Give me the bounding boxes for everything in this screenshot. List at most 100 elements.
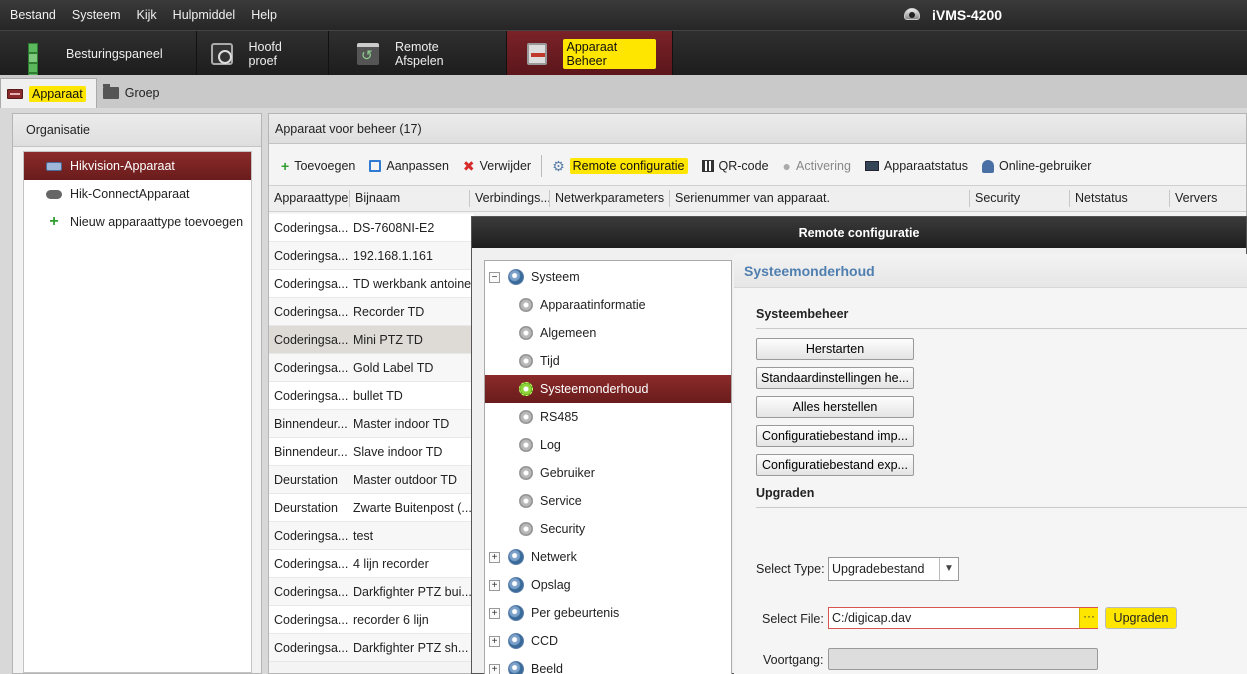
tab-apparaat-beheer[interactable]: Apparaat Beheer [507,31,673,76]
col-verbindings[interactable]: Verbindings... [469,190,549,207]
org-item-label: Nieuw apparaattype toevoegen [70,215,244,229]
table-row[interactable]: Coderingsa... Darkfighter PTZ sh... [269,634,474,662]
select-type-dropdown[interactable]: Upgradebestand ▼ [828,557,959,581]
select-type-value: Upgradebestand [832,562,925,576]
tree-node-systeemonderhoud[interactable]: Systeemonderhoud [485,375,731,403]
col-serienummer[interactable]: Serienummer van apparaat. [669,190,969,207]
dialog-title[interactable]: Remote configuratie [472,217,1246,248]
table-row[interactable]: Coderingsa... 192.168.1.161 [269,242,474,270]
export-config-button[interactable]: Configuratiebestand exp... [756,454,914,476]
table-row[interactable]: Coderingsa... Darkfighter PTZ bui... [269,578,474,606]
table-row[interactable]: Deurstation Master outdoor TD [269,466,474,494]
org-item-hik-connect[interactable]: Hik-ConnectApparaat [24,180,251,208]
tree-node-service[interactable]: Service [485,487,731,515]
table-row[interactable]: Coderingsa... Gold Label TD [269,354,474,382]
gear-icon [508,633,524,649]
device-panel-title: Apparaat voor beheer (17) [269,114,1246,144]
qr-code-button[interactable]: QR-code [701,159,769,173]
delete-icon: ✖ [462,157,475,174]
menu-hulpmiddel[interactable]: Hulpmiddel [165,8,244,22]
plus-icon: + [49,213,59,230]
tree-node-gebruiker[interactable]: Gebruiker [485,459,731,487]
subtab-apparaat[interactable]: Apparaat [0,78,97,108]
tree-node-label: Log [540,438,561,452]
device-status-button[interactable]: Apparaatstatus [864,159,968,173]
browse-button[interactable]: ··· [1079,608,1098,628]
table-row[interactable]: Binnendeur... Slave indoor TD [269,438,474,466]
device-toolbar: + Toevoegen Aanpassen ✖ Verwijder ⚙ Remote … [269,151,1246,181]
menu-kijk[interactable]: Kijk [129,8,165,22]
toolbar-divider [541,155,543,177]
chevron-down-icon[interactable]: ▼ [939,558,958,580]
online-user-button[interactable]: Online-gebruiker [982,159,1091,173]
col-ververs[interactable]: Ververs [1169,190,1244,207]
tab-hoofd-proef[interactable]: Hoofd proef [197,31,329,76]
tree-node-opslag[interactable]: + Opslag [485,571,731,599]
expand-icon[interactable]: + [489,579,500,591]
table-row[interactable]: Deurstation Zwarte Buitenpost (... [269,494,474,522]
expand-icon[interactable]: + [489,607,500,619]
cell-bijnaam: recorder 6 lijn [353,612,429,627]
col-netstatus[interactable]: Netstatus [1069,190,1169,207]
restore-all-button[interactable]: Alles herstellen [756,396,914,418]
restart-button[interactable]: Herstarten [756,338,914,360]
table-row[interactable]: Coderingsa... 4 lijn recorder [269,550,474,578]
tree-node-apparaatinformatie[interactable]: Apparaatinformatie [485,291,731,319]
table-row[interactable]: Binnendeur... Master indoor TD [269,410,474,438]
table-row[interactable]: Coderingsa... recorder 6 lijn [269,606,474,634]
select-file-input[interactable]: C:/digicap.dav [828,607,1098,629]
tree-node-log[interactable]: Log [485,431,731,459]
table-row[interactable]: Coderingsa... DS-7608NI-E2 [269,214,474,242]
tree-node-security[interactable]: Security [485,515,731,543]
tree-node-systeem[interactable]: − Systeem [485,263,731,291]
activation-button[interactable]: ● Activering [783,158,851,174]
import-config-button[interactable]: Configuratiebestand imp... [756,425,914,447]
add-button[interactable]: + Toevoegen [281,158,355,174]
gear-icon [519,298,533,312]
tab-label: Hoofd proef [248,39,282,68]
delete-button[interactable]: ✖ Verwijder [463,158,531,175]
cloud-device-icon [46,189,62,199]
expand-icon[interactable]: + [489,663,500,674]
org-item-add-type[interactable]: + Nieuw apparaattype toevoegen [24,208,251,236]
tree-node-rs485[interactable]: RS485 [485,403,731,431]
table-row[interactable]: Coderingsa... TD werkbank antoine [269,270,474,298]
upgrade-button[interactable]: Upgraden [1105,607,1177,629]
subtab-groep[interactable]: Groep [97,78,170,108]
edit-button[interactable]: Aanpassen [369,159,449,173]
subtab-label: Apparaat [29,85,86,102]
cell-bijnaam: test [353,528,374,543]
tree-node-label: Algemeen [540,326,597,340]
cell-bijnaam: 192.168.1.161 [353,248,433,263]
org-item-hikvision[interactable]: Hikvision-Apparaat [24,152,251,180]
tab-remote-afspelen[interactable]: Remote Afspelen [329,31,507,76]
table-row[interactable]: Coderingsa... bullet TD [269,382,474,410]
tree-node-netwerk[interactable]: + Netwerk [485,543,731,571]
menu-bestand[interactable]: Bestand [0,8,64,22]
remote-config-button[interactable]: ⚙ Remote configuratie [552,158,688,175]
tree-node-per-gebeurtenis[interactable]: + Per gebeurtenis [485,599,731,627]
menu-help[interactable]: Help [243,8,285,22]
col-bijnaam[interactable]: Bijnaam [349,190,469,207]
col-security[interactable]: Security [969,190,1069,207]
table-row[interactable]: Coderingsa... Mini PTZ TD [269,326,474,354]
menu-systeem[interactable]: Systeem [64,8,129,22]
tree-node-algemeen[interactable]: Algemeen [485,319,731,347]
table-row[interactable]: Coderingsa... test [269,522,474,550]
tree-node-beeld[interactable]: + Beeld [485,655,731,674]
table-row[interactable]: Coderingsa... Recorder TD [269,298,474,326]
col-netwerkparameters[interactable]: Netwerkparameters [549,190,669,207]
cell-apparaattype: Coderingsa... [274,304,349,319]
expand-icon[interactable]: + [489,551,500,563]
online-user-label: Online-gebruiker [999,159,1092,173]
tree-node-tijd[interactable]: Tijd [485,347,731,375]
expand-icon[interactable]: + [489,635,500,647]
bulb-icon: ● [782,158,792,174]
device-status-label: Apparaatstatus [883,159,968,173]
collapse-icon[interactable]: − [489,271,500,283]
tab-besturingspaneel[interactable]: Besturingspaneel [0,31,197,83]
dvr-icon [46,161,62,171]
col-apparaattype[interactable]: Apparaattype [269,190,349,207]
factory-defaults-button[interactable]: Standaardinstellingen he... [756,367,914,389]
tree-node-ccd[interactable]: + CCD [485,627,731,655]
